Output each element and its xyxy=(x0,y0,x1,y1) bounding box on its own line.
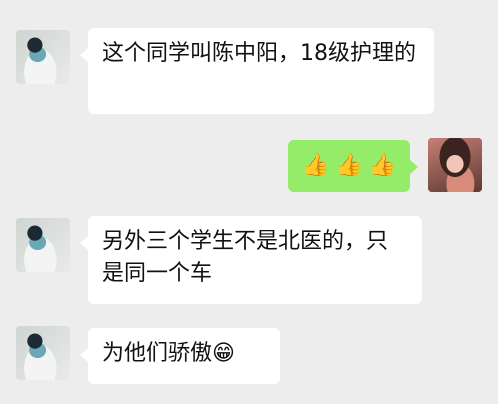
message-bubble-1[interactable]: 这个同学叫陈中阳，18级护理的 xyxy=(80,28,434,114)
message-text: 这个同学叫陈中阳，18级护理的 xyxy=(102,41,416,66)
thumbs-up-icon: 👍 xyxy=(368,153,397,178)
message-bubble-3[interactable]: 另外三个学生不是北医的，只是同一个车 xyxy=(80,216,422,304)
thumbs-up-icon: 👍 xyxy=(302,153,330,178)
message-text: 为他们骄傲 xyxy=(102,341,213,366)
sender-avatar[interactable] xyxy=(16,30,70,84)
message-bubble-2[interactable]: 👍 👍 👍 xyxy=(288,140,418,192)
message-text: 另外三个学生不是北医的，只是同一个车 xyxy=(102,229,389,286)
message-bubble-4[interactable]: 为他们骄傲😁 xyxy=(80,328,280,384)
self-avatar[interactable] xyxy=(428,138,482,192)
sender-avatar[interactable] xyxy=(16,326,70,380)
sender-avatar[interactable] xyxy=(16,218,70,272)
grinning-face-icon: 😁 xyxy=(212,341,235,366)
thumbs-up-icon: 👍 xyxy=(335,153,363,178)
